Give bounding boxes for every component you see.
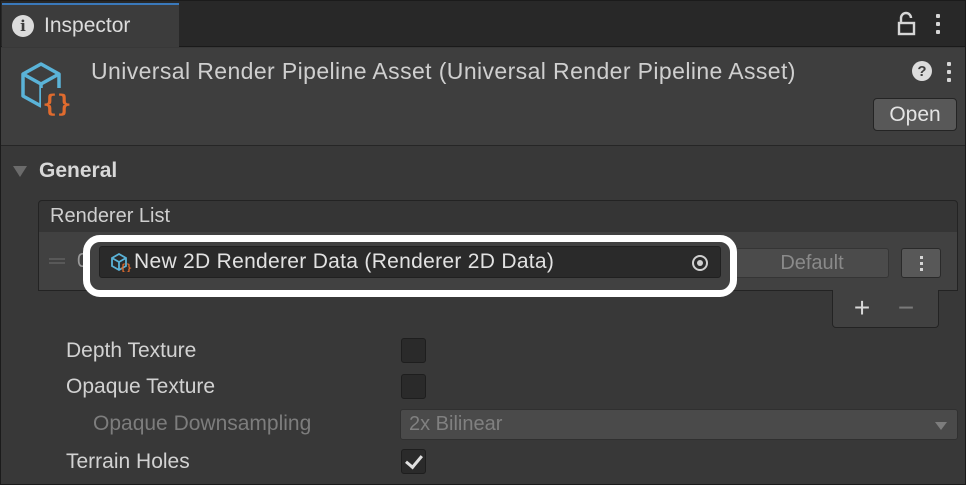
opaque-downsampling-dropdown[interactable]: 2x Bilinear (400, 409, 958, 440)
depth-texture-label: Depth Texture (66, 339, 197, 362)
opaque-downsampling-label: Opaque Downsampling (93, 412, 312, 435)
info-icon: i (12, 15, 34, 37)
chevron-down-icon (935, 422, 947, 430)
dropdown-value: 2x Bilinear (409, 413, 503, 435)
general-foldout[interactable]: General (13, 159, 117, 183)
asset-title: Universal Render Pipeline Asset (Univers… (91, 58, 796, 84)
remove-renderer-button[interactable]: − (893, 292, 919, 324)
svg-text:{}: {} (43, 90, 72, 118)
foldout-arrow-icon (13, 165, 27, 177)
general-label: General (39, 159, 118, 182)
add-renderer-button[interactable]: + (849, 292, 875, 324)
inspector-window: i Inspector {} Universal Render Pipeline… (0, 0, 966, 485)
depth-texture-checkbox[interactable] (401, 338, 426, 363)
list-footer: + − (832, 290, 939, 328)
tab-title: Inspector (44, 14, 131, 37)
lock-icon[interactable] (895, 11, 919, 37)
terrain-holes-label: Terrain Holes (66, 450, 190, 473)
open-button[interactable]: Open (873, 98, 957, 131)
set-default-button[interactable]: Default (735, 248, 889, 278)
tab-bar: i Inspector (1, 1, 965, 47)
terrain-holes-checkbox[interactable] (401, 449, 426, 474)
tab-inspector[interactable]: i Inspector (2, 3, 179, 47)
renderer-list-header: Renderer List (38, 200, 958, 233)
opaque-texture-checkbox[interactable] (401, 374, 426, 399)
asset-menu-icon[interactable] (944, 60, 954, 84)
more-options-icon[interactable] (933, 11, 943, 37)
drag-handle-icon[interactable] (49, 258, 65, 264)
highlight-outline (83, 235, 737, 297)
opaque-texture-label: Opaque Texture (66, 375, 216, 398)
render-pipeline-asset-icon: {} (21, 62, 73, 118)
help-icon[interactable]: ? (912, 61, 932, 81)
asset-header: {} Universal Render Pipeline Asset (Univ… (1, 48, 965, 146)
element-menu-icon[interactable] (901, 248, 941, 278)
